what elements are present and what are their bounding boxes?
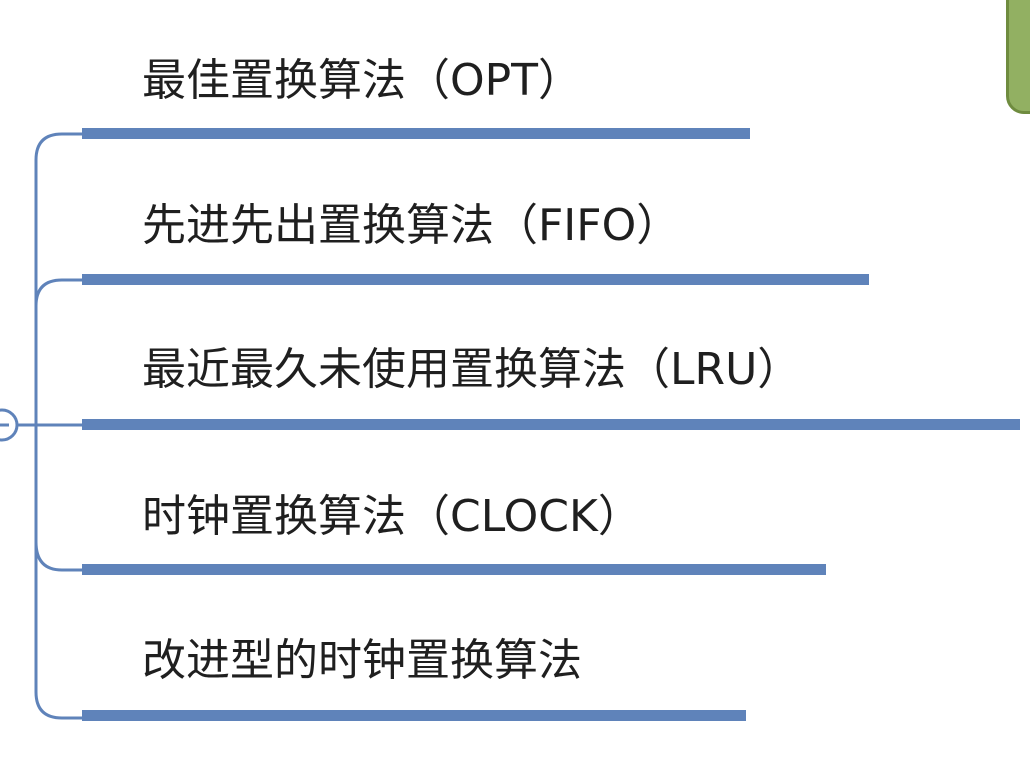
- topic-underline-opt: [82, 128, 750, 139]
- mind-map-canvas: 最佳置换算法（OPT） 先进先出置换算法（FIFO） 最近最久未使用置换算法（L…: [0, 0, 1030, 768]
- topic-label-clock[interactable]: 时钟置换算法（CLOCK）: [142, 492, 642, 542]
- topic-label-fifo[interactable]: 先进先出置换算法（FIFO）: [142, 201, 680, 251]
- topic-label-lru[interactable]: 最近最久未使用置换算法（LRU）: [142, 345, 801, 395]
- branch-connector-fifo: [34, 278, 84, 307]
- parent-topic-node[interactable]: [1006, 0, 1030, 114]
- topic-underline-clock: [82, 564, 826, 575]
- branch-connector-clock: [34, 541, 84, 572]
- topic-label-opt[interactable]: 最佳置换算法（OPT）: [142, 56, 582, 106]
- topic-underline-fifo: [82, 274, 869, 285]
- topic-label-improved-clock[interactable]: 改进型的时钟置换算法: [142, 636, 582, 686]
- topic-underline-lru: [82, 419, 1020, 430]
- topic-underline-improved-clock: [82, 710, 746, 721]
